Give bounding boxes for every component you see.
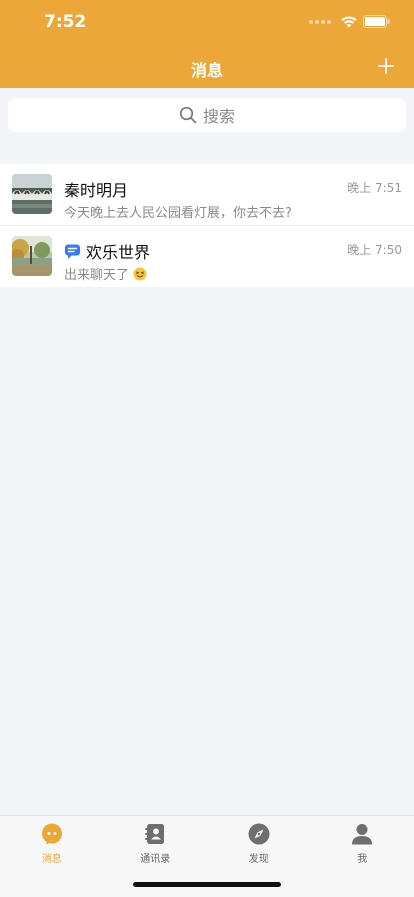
group-chat-icon <box>64 243 81 260</box>
tab-messages[interactable]: 消息 <box>0 816 104 897</box>
contacts-icon <box>144 823 166 845</box>
conversation-row[interactable]: 秦时明月 晚上 7:51 今天晚上去人民公园看灯展，你去不去? <box>0 164 414 226</box>
search-area: 搜索 <box>0 88 414 144</box>
wifi-icon <box>341 16 357 28</box>
tongue-out-emoji-icon <box>133 267 147 281</box>
battery-icon <box>363 15 390 28</box>
home-indicator[interactable] <box>133 882 281 887</box>
conversation-name-label: 秦时明月 <box>64 177 128 201</box>
tab-me[interactable]: 我 <box>311 816 414 897</box>
conversation-last-message: 今天晚上去人民公园看灯展，你去不去? <box>64 202 292 221</box>
conversation-time: 晚上 7:50 <box>347 241 402 258</box>
search-placeholder: 搜索 <box>203 103 235 127</box>
conversation-row[interactable]: 欢乐世界 晚上 7:50 出来聊天了 <box>0 226 414 287</box>
search-icon <box>179 106 197 124</box>
status-icons <box>309 15 390 28</box>
tab-label: 发现 <box>249 850 269 865</box>
chat-bubble-icon <box>41 823 63 845</box>
conversation-name-label: 欢乐世界 <box>86 239 150 263</box>
message-text: 出来聊天了 <box>64 268 129 283</box>
signal-icon <box>309 20 331 24</box>
compass-icon <box>248 823 270 845</box>
tab-label: 消息 <box>42 850 62 865</box>
avatar <box>12 236 52 276</box>
person-icon <box>351 823 373 845</box>
avatar <box>12 174 52 214</box>
conversation-list: 秦时明月 晚上 7:51 今天晚上去人民公园看灯展，你去不去? <box>0 164 414 287</box>
status-time: 7:52 <box>44 12 86 32</box>
tab-label: 通讯录 <box>140 850 170 865</box>
conversation-time: 晚上 7:51 <box>347 179 402 196</box>
search-input[interactable]: 搜索 <box>8 98 406 132</box>
header: 7:52 消息 <box>0 0 414 88</box>
conversation-name: 欢乐世界 <box>64 239 150 263</box>
bridge-photo <box>12 174 52 214</box>
page-title: 消息 <box>0 57 414 81</box>
plus-icon[interactable] <box>376 56 396 76</box>
conversation-last-message: 出来聊天了 <box>64 264 147 283</box>
park-photo <box>12 236 52 276</box>
tab-label: 我 <box>357 850 367 865</box>
conversation-name: 秦时明月 <box>64 177 128 201</box>
